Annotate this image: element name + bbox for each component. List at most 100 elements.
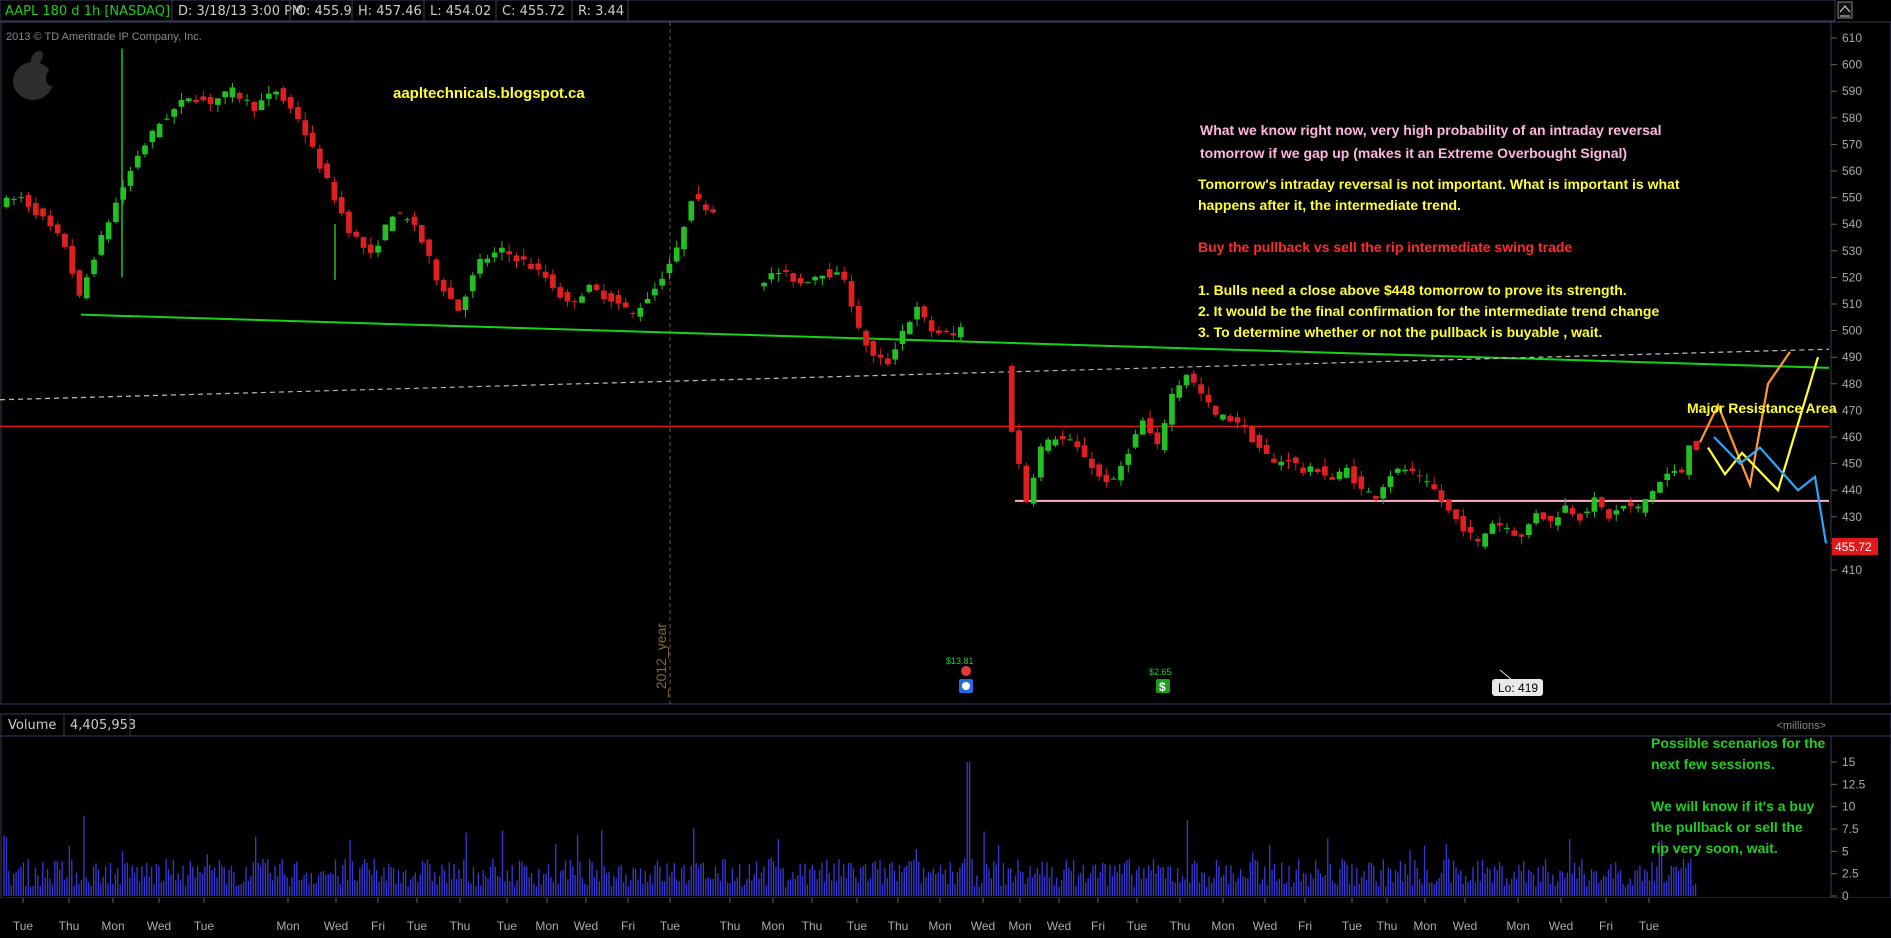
candle-body xyxy=(469,275,476,292)
candle-body xyxy=(1606,509,1612,519)
candle-body xyxy=(142,145,148,155)
candle-body xyxy=(375,245,381,253)
volume-tick-label: 5 xyxy=(1842,844,1849,858)
candle-body xyxy=(637,307,644,317)
scroll-up-icon[interactable] xyxy=(1837,1,1853,19)
candle-body xyxy=(1394,468,1401,473)
candle-body xyxy=(1307,466,1314,472)
date-tick-label: Mon xyxy=(535,919,558,933)
candle-body xyxy=(855,306,862,328)
candle-body xyxy=(1154,432,1161,445)
candle-body xyxy=(1176,385,1183,398)
candle-body xyxy=(1059,436,1066,440)
note-pink-2: tomorrow if we gap up (makes it an Extre… xyxy=(1200,145,1627,161)
candle-body xyxy=(273,91,279,95)
date-tick-label: Tue xyxy=(13,919,34,933)
candle-body xyxy=(1300,467,1306,473)
candle-body xyxy=(1139,420,1146,435)
candle-body xyxy=(1598,497,1605,508)
date-tick-label: Mon xyxy=(276,919,299,933)
candle-body xyxy=(1336,471,1343,480)
candle-body xyxy=(863,330,869,346)
candle-body xyxy=(783,269,789,272)
candle-body xyxy=(1453,509,1459,519)
candle-body xyxy=(1657,481,1663,493)
candle-body xyxy=(906,322,913,335)
date-tick-label: Tue xyxy=(1639,919,1660,933)
candle-body xyxy=(491,252,498,258)
date-tick-label: Tue xyxy=(407,919,428,933)
price-tick-label: 440 xyxy=(1842,483,1862,497)
candle-body xyxy=(688,201,695,221)
candle-body xyxy=(528,263,534,269)
dividend-2-label: $2.65 xyxy=(1149,667,1172,677)
candle-body xyxy=(1263,444,1270,454)
volume-label: Volume xyxy=(8,718,56,733)
note-yellow-2: happens after it, the intermediate trend… xyxy=(1198,197,1461,213)
candle-body xyxy=(1074,441,1081,448)
candle-body xyxy=(76,270,83,296)
candle-body xyxy=(1409,468,1416,472)
candle-body xyxy=(258,100,265,111)
candle-body xyxy=(579,296,585,303)
candle-body xyxy=(11,199,17,201)
header-field-1: O: 455.9 xyxy=(296,4,352,19)
candle-body xyxy=(426,239,432,256)
candle-body xyxy=(1613,510,1620,515)
price-tick-label: 510 xyxy=(1842,297,1862,311)
candle-body xyxy=(1584,511,1590,514)
candle-body xyxy=(193,99,199,103)
candle-body xyxy=(499,247,505,253)
candle-body xyxy=(1664,473,1671,481)
candle-body xyxy=(630,312,636,314)
candle-body xyxy=(542,271,549,278)
candle-body xyxy=(1132,434,1139,448)
candle-body xyxy=(149,130,156,143)
candle-body xyxy=(768,273,775,280)
date-tick-label: Thu xyxy=(802,919,823,933)
dollar-icon: $ xyxy=(1159,680,1166,694)
symbol-label[interactable]: AAPL 180 d 1h [NASDAQ] xyxy=(5,4,170,19)
candle-body xyxy=(265,93,272,99)
date-tick-label: Wed xyxy=(1047,919,1071,933)
price-tick-label: 490 xyxy=(1842,350,1862,364)
candle-body xyxy=(1125,453,1132,465)
candle-body xyxy=(557,287,564,298)
candle-body xyxy=(448,287,454,299)
candle-body xyxy=(1438,490,1445,502)
date-tick-label: Mon xyxy=(101,919,124,933)
note-green-6: rip very soon, wait. xyxy=(1651,840,1778,856)
note-yellow-1: Tomorrow's intraday reversal is not impo… xyxy=(1198,176,1680,192)
candle-body xyxy=(1198,384,1204,394)
note-green-2: next few sessions. xyxy=(1651,756,1775,772)
candle-body xyxy=(1569,508,1576,515)
candle-body xyxy=(1249,426,1255,443)
candle-body xyxy=(673,247,680,262)
date-tick-label: Thu xyxy=(450,919,471,933)
low-marker-label: Lo: 419 xyxy=(1498,681,1538,695)
note-pink-1: What we know right now, very high probab… xyxy=(1200,122,1662,138)
price-tick-label: 590 xyxy=(1842,84,1862,98)
candle-body xyxy=(1642,499,1649,513)
date-tick-label: Wed xyxy=(1253,919,1277,933)
candle-body xyxy=(702,204,709,211)
candle-body xyxy=(1402,469,1408,472)
candle-body xyxy=(1540,512,1547,520)
date-tick-label: Wed xyxy=(324,919,348,933)
candle-body xyxy=(207,97,214,104)
candle-body xyxy=(1431,484,1438,490)
price-tick-label: 530 xyxy=(1842,244,1862,258)
candle-body xyxy=(309,132,316,147)
candle-body xyxy=(775,272,782,275)
candle-body xyxy=(404,219,411,221)
last-price-label: 455.72 xyxy=(1835,540,1872,554)
candle-body xyxy=(295,107,301,120)
candle-body xyxy=(185,98,192,102)
price-chart[interactable]: 6106005905805705605505405305205105004904… xyxy=(0,0,1891,938)
note-list-3: 3. To determine whether or not the pullb… xyxy=(1198,324,1602,340)
last-price-tag: 455.72 xyxy=(1832,538,1878,555)
candle-body xyxy=(120,187,127,200)
candle-body xyxy=(1183,374,1190,386)
date-tick-label: Fri xyxy=(1599,919,1613,933)
candle-body xyxy=(936,330,942,334)
